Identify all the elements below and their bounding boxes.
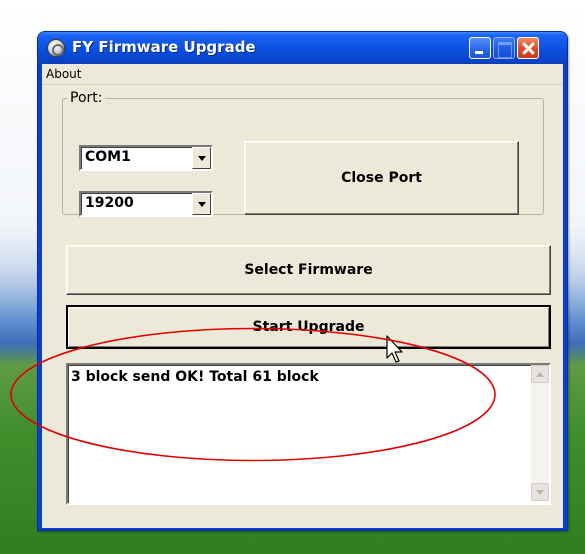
chevron-down-icon[interactable] (192, 193, 211, 215)
close-port-button[interactable]: Close Port (244, 141, 519, 215)
baud-rate-select-value: 19200 (85, 195, 134, 211)
scroll-up-icon[interactable] (531, 365, 549, 383)
scroll-down-icon[interactable] (531, 483, 549, 501)
log-text: 3 block send OK! Total 61 block (71, 369, 319, 385)
baud-rate-select[interactable]: 19200 (79, 191, 213, 217)
select-firmware-button[interactable]: Select Firmware (66, 245, 551, 295)
log-scrollbar[interactable] (531, 365, 549, 501)
port-select[interactable]: COM1 (79, 145, 213, 171)
start-upgrade-button[interactable]: Start Upgrade (66, 305, 551, 349)
mouse-pointer-icon (386, 335, 403, 363)
chevron-down-icon[interactable] (192, 147, 211, 169)
log-output-box[interactable]: 3 block send OK! Total 61 block (66, 363, 551, 505)
port-group-legend: Port: (67, 90, 106, 106)
port-select-value: COM1 (85, 149, 131, 165)
controls-layer: Port: COM1 19200 Close Port Select Firmw… (37, 31, 568, 531)
